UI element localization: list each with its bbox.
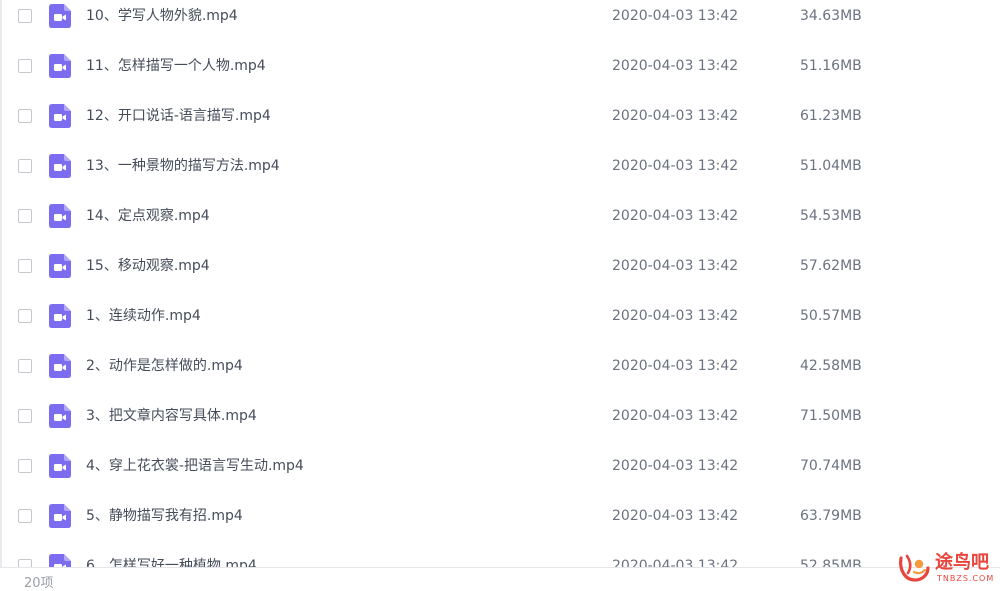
row-checkbox[interactable] bbox=[18, 509, 32, 523]
item-count: 20项 bbox=[24, 576, 54, 591]
file-name[interactable]: 12、开口说话-语言描写.mp4 bbox=[86, 106, 271, 126]
file-row[interactable]: 14、定点观察.mp4 2020-04-03 13:42 54.53MB bbox=[0, 200, 1000, 250]
file-size: 51.16MB bbox=[800, 58, 862, 74]
file-size: 71.50MB bbox=[800, 408, 862, 424]
file-row[interactable]: 13、一种景物的描写方法.mp4 2020-04-03 13:42 51.04MB bbox=[0, 150, 1000, 200]
file-size: 42.58MB bbox=[800, 358, 862, 374]
watermark-subtext: TNBZS.COM bbox=[937, 574, 995, 583]
video-file-icon bbox=[49, 454, 71, 478]
row-checkbox[interactable] bbox=[18, 109, 32, 123]
file-date: 2020-04-03 13:42 bbox=[612, 308, 739, 324]
file-name[interactable]: 11、怎样描写一个人物.mp4 bbox=[86, 56, 266, 76]
file-name[interactable]: 4、穿上花衣裳-把语言写生动.mp4 bbox=[86, 456, 304, 476]
file-row[interactable]: 6、怎样写好一种植物.mp4 2020-04-03 13:42 52.85MB bbox=[0, 550, 1000, 567]
file-size: 50.57MB bbox=[800, 308, 862, 324]
file-date: 2020-04-03 13:42 bbox=[612, 258, 739, 274]
file-name[interactable]: 14、定点观察.mp4 bbox=[86, 206, 210, 226]
row-checkbox[interactable] bbox=[18, 59, 32, 73]
file-row[interactable]: 12、开口说话-语言描写.mp4 2020-04-03 13:42 61.23MB bbox=[0, 100, 1000, 150]
video-file-icon bbox=[49, 354, 71, 378]
video-file-icon bbox=[49, 154, 71, 178]
file-name[interactable]: 10、学写人物外貌.mp4 bbox=[86, 6, 238, 26]
file-date: 2020-04-03 13:42 bbox=[612, 408, 739, 424]
video-file-icon bbox=[49, 554, 71, 567]
row-checkbox[interactable] bbox=[18, 409, 32, 423]
row-checkbox[interactable] bbox=[18, 9, 32, 23]
row-checkbox[interactable] bbox=[18, 459, 32, 473]
file-name[interactable]: 2、动作是怎样做的.mp4 bbox=[86, 356, 243, 376]
file-date: 2020-04-03 13:42 bbox=[612, 8, 739, 24]
file-name[interactable]: 5、静物描写我有招.mp4 bbox=[86, 506, 243, 526]
file-row[interactable]: 10、学写人物外貌.mp4 2020-04-03 13:42 34.63MB bbox=[0, 0, 1000, 50]
file-size: 51.04MB bbox=[800, 158, 862, 174]
video-file-icon bbox=[49, 204, 71, 228]
file-name[interactable]: 6、怎样写好一种植物.mp4 bbox=[86, 556, 257, 567]
video-file-icon bbox=[49, 104, 71, 128]
file-date: 2020-04-03 13:42 bbox=[612, 558, 739, 567]
file-size: 57.62MB bbox=[800, 258, 862, 274]
file-row[interactable]: 11、怎样描写一个人物.mp4 2020-04-03 13:42 51.16MB bbox=[0, 50, 1000, 100]
file-row[interactable]: 5、静物描写我有招.mp4 2020-04-03 13:42 63.79MB bbox=[0, 500, 1000, 550]
video-file-icon bbox=[49, 304, 71, 328]
row-checkbox[interactable] bbox=[18, 209, 32, 223]
row-checkbox[interactable] bbox=[18, 259, 32, 273]
video-file-icon bbox=[49, 504, 71, 528]
file-manager-window: 10、学写人物外貌.mp4 2020-04-03 13:42 34.63MB 11、怎… bbox=[0, 0, 1000, 591]
file-date: 2020-04-03 13:42 bbox=[612, 158, 739, 174]
row-checkbox[interactable] bbox=[18, 359, 32, 373]
file-size: 34.63MB bbox=[800, 8, 862, 24]
file-row[interactable]: 15、移动观察.mp4 2020-04-03 13:42 57.62MB bbox=[0, 250, 1000, 300]
file-date: 2020-04-03 13:42 bbox=[612, 208, 739, 224]
video-file-icon bbox=[49, 54, 71, 78]
video-file-icon bbox=[49, 4, 71, 28]
file-row[interactable]: 4、穿上花衣裳-把语言写生动.mp4 2020-04-03 13:42 70.74M… bbox=[0, 450, 1000, 500]
file-date: 2020-04-03 13:42 bbox=[612, 508, 739, 524]
watermark-text: 途鸟吧 bbox=[935, 552, 989, 573]
file-size: 54.53MB bbox=[800, 208, 862, 224]
file-size: 63.79MB bbox=[800, 508, 862, 524]
file-date: 2020-04-03 13:42 bbox=[612, 58, 739, 74]
watermark-logo-icon bbox=[899, 554, 930, 582]
file-row[interactable]: 1、连续动作.mp4 2020-04-03 13:42 50.57MB bbox=[0, 300, 1000, 350]
row-checkbox[interactable] bbox=[18, 559, 32, 567]
file-list: 10、学写人物外貌.mp4 2020-04-03 13:42 34.63MB 11、怎… bbox=[0, 0, 1000, 567]
file-date: 2020-04-03 13:42 bbox=[612, 108, 739, 124]
status-bar: 20项 bbox=[0, 567, 1000, 591]
file-row[interactable]: 2、动作是怎样做的.mp4 2020-04-03 13:42 42.58MB bbox=[0, 350, 1000, 400]
watermark: 途鸟吧 TNBZS.COM bbox=[897, 548, 997, 588]
file-date: 2020-04-03 13:42 bbox=[612, 458, 739, 474]
file-name[interactable]: 1、连续动作.mp4 bbox=[86, 306, 201, 326]
file-name[interactable]: 3、把文章内容写具体.mp4 bbox=[86, 406, 257, 426]
file-size: 61.23MB bbox=[800, 108, 862, 124]
file-name[interactable]: 13、一种景物的描写方法.mp4 bbox=[86, 156, 280, 176]
file-date: 2020-04-03 13:42 bbox=[612, 358, 739, 374]
file-size: 70.74MB bbox=[800, 458, 862, 474]
row-checkbox[interactable] bbox=[18, 159, 32, 173]
video-file-icon bbox=[49, 254, 71, 278]
file-name[interactable]: 15、移动观察.mp4 bbox=[86, 256, 210, 276]
file-size: 52.85MB bbox=[800, 558, 862, 567]
row-checkbox[interactable] bbox=[18, 309, 32, 323]
video-file-icon bbox=[49, 404, 71, 428]
file-row[interactable]: 3、把文章内容写具体.mp4 2020-04-03 13:42 71.50MB bbox=[0, 400, 1000, 450]
